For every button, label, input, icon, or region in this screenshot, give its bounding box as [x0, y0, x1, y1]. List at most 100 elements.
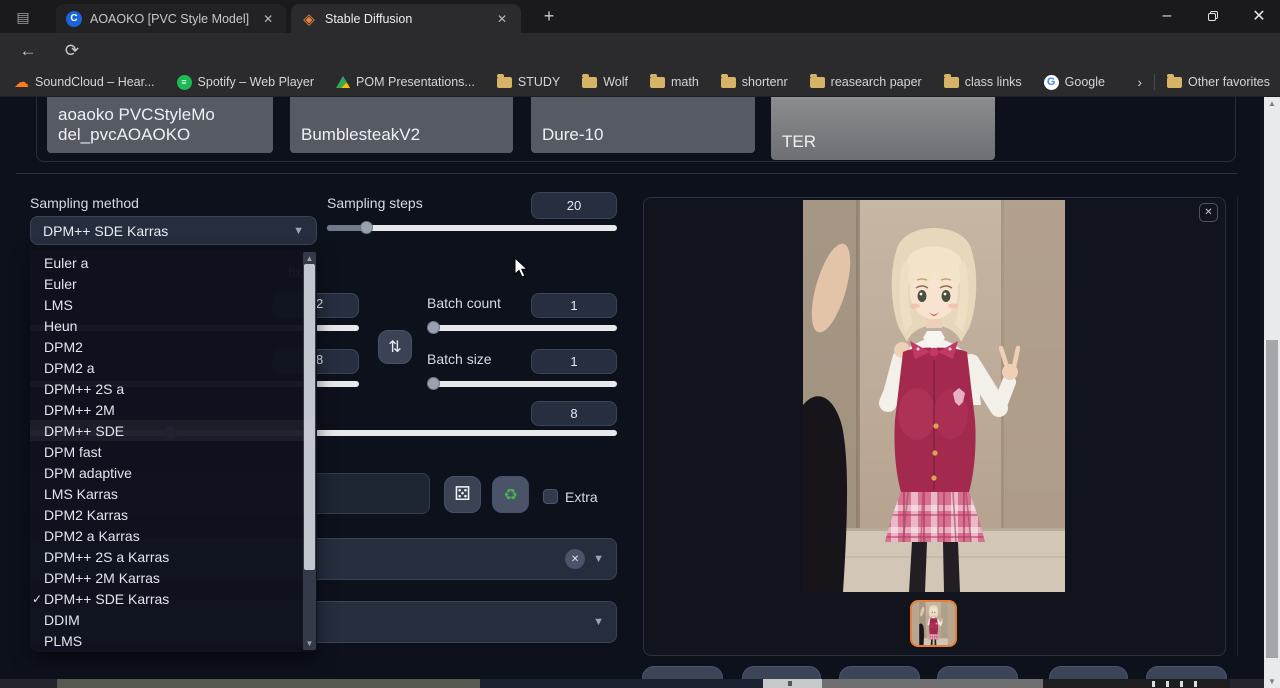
model-card[interactable]: Dure-10 [531, 97, 755, 153]
slider-knob[interactable] [427, 321, 440, 334]
column-divider [1237, 197, 1238, 656]
folder-icon [582, 77, 597, 88]
bottom-strip-segment [1043, 679, 1230, 688]
dropdown-option[interactable]: ✓DPM++ SDE Karras [30, 588, 313, 609]
bookmark-label: SoundCloud – Hear... [35, 75, 155, 89]
sampling-steps-slider[interactable] [327, 225, 617, 231]
bottom-strip-mark [1166, 681, 1169, 687]
stable-diffusion-icon: ◈ [301, 11, 317, 27]
scroll-up-icon[interactable]: ▲ [1264, 99, 1280, 108]
dropdown-option-label: LMS Karras [44, 486, 118, 502]
model-card[interactable]: BumblesteakV2 [290, 97, 513, 153]
model-card-top-line: aoaoko PVCStyleMo [58, 105, 262, 125]
bookmark-label: math [671, 75, 699, 89]
soundcloud-icon: ☁ [14, 73, 29, 91]
generated-image[interactable] [803, 200, 1065, 592]
cfg-scale-input[interactable]: 8 [531, 401, 617, 426]
chevron-down-icon: ▼ [293, 225, 304, 237]
slider-knob[interactable] [360, 221, 373, 234]
extra-checkbox[interactable] [543, 489, 558, 504]
dropdown-option[interactable]: DPM++ SDE [30, 420, 313, 441]
scrollbar-thumb[interactable] [57, 679, 480, 688]
slider-knob[interactable] [427, 377, 440, 390]
bottom-strip-segment [763, 679, 822, 688]
window-restore-button[interactable] [1198, 4, 1228, 28]
bookmark-item[interactable]: shortenr [721, 75, 788, 89]
bottom-strip-segment [480, 679, 763, 688]
restore-icon [1208, 11, 1218, 21]
thumbnail-selected[interactable] [910, 600, 957, 647]
tab-close-icon[interactable]: ✕ [260, 10, 276, 28]
workspaces-icon[interactable]: ▤ [12, 7, 34, 27]
batch-size-slider[interactable] [427, 381, 617, 387]
model-card[interactable]: aoaoko PVCStyleModel_pvcAOAOKO [47, 97, 273, 153]
dropdown-option[interactable]: LMS [30, 294, 313, 315]
clear-icon[interactable]: ✕ [565, 549, 585, 569]
model-card[interactable]: TER [771, 97, 995, 160]
tab-stable-diffusion[interactable]: ◈ Stable Diffusion ✕ [291, 4, 521, 33]
swap-width-height-button[interactable]: ⇅ [378, 330, 412, 364]
bottom-strip-mark [788, 681, 792, 686]
bookmark-item[interactable]: ≡Spotify – Web Player [177, 75, 315, 90]
sampling-steps-label: Sampling steps [327, 195, 423, 211]
dropdown-option[interactable]: DPM fast [30, 441, 313, 462]
bookmark-item[interactable]: math [650, 75, 699, 89]
bookmark-label: Spotify – Web Player [198, 75, 315, 89]
dropdown-option[interactable]: Euler a [30, 252, 313, 273]
bookmark-item[interactable]: class links [944, 75, 1022, 89]
model-card-name: del_pvcAOAOKO [58, 125, 262, 145]
horizontal-scrollbar[interactable] [0, 679, 1264, 688]
sampling-steps-input[interactable]: 20 [531, 192, 617, 219]
chevron-down-icon: ▼ [593, 553, 604, 565]
checkmark-icon: ✓ [32, 592, 44, 606]
batch-count-input[interactable]: 1 [531, 293, 617, 318]
sampling-method-select[interactable]: DPM++ SDE Karras▼ [30, 216, 317, 245]
bookmark-item[interactable]: STUDY [497, 75, 560, 89]
other-favorites-button[interactable]: Other favorites [1167, 75, 1270, 89]
bookmark-item[interactable]: POM Presentations... [336, 75, 475, 89]
dropdown-option[interactable]: DPM2 a Karras [30, 525, 313, 546]
dropdown-option-label: DPM2 a Karras [44, 528, 140, 544]
dropdown-option-label: Euler [44, 276, 77, 292]
reuse-seed-recycle-button[interactable]: ♻ [492, 476, 529, 513]
scrollbar-thumb[interactable] [1266, 340, 1278, 658]
dropdown-option[interactable]: DPM2 a [30, 357, 313, 378]
tab-civitai[interactable]: C AOAOKO [PVC Style Model] - PV ✕ [56, 4, 286, 33]
dropdown-option-label: DPM++ 2S a [44, 381, 124, 397]
bookmark-item[interactable]: ☁ SoundCloud – Hear... [14, 73, 155, 91]
vertical-scrollbar[interactable]: ▲ ▼ [1264, 97, 1280, 688]
batch-count-label: Batch count [427, 295, 501, 311]
bookmark-item[interactable]: Wolf [582, 75, 628, 89]
dropdown-option[interactable]: DPM2 [30, 336, 313, 357]
dropdown-option[interactable]: DPM++ 2S a Karras [30, 546, 313, 567]
tab-close-icon[interactable]: ✕ [493, 10, 511, 28]
dropdown-option[interactable]: DPM++ 2M [30, 399, 313, 420]
dropdown-option[interactable]: Euler [30, 273, 313, 294]
batch-size-input[interactable]: 1 [531, 349, 617, 374]
bookmark-item[interactable]: reasearch paper [810, 75, 922, 89]
dropdown-option[interactable]: DPM adaptive [30, 462, 313, 483]
dropdown-option[interactable]: DPM++ 2S a [30, 378, 313, 399]
dropdown-option[interactable]: DPM2 Karras [30, 504, 313, 525]
folder-icon [650, 77, 665, 88]
dropdown-option[interactable]: Heun [30, 315, 313, 336]
sampling-method-options-list: ▲ ▼ Euler aEulerLMSHeunDPM2DPM2 aDPM++ 2… [30, 250, 317, 652]
dropdown-option[interactable]: PLMS [30, 630, 313, 651]
bookmarks-overflow-icon[interactable]: › [1137, 74, 1142, 90]
close-gallery-button[interactable]: ✕ [1199, 203, 1218, 222]
bookmarks-divider [1154, 74, 1155, 90]
dropdown-option[interactable]: DDIM [30, 609, 313, 630]
scroll-down-icon[interactable]: ▼ [1264, 677, 1280, 686]
window-close-button[interactable]: ✕ [1244, 4, 1274, 28]
bottom-strip-mark [1152, 681, 1155, 687]
new-tab-button[interactable]: + [534, 4, 564, 28]
dropdown-option[interactable]: DPM++ 2M Karras [30, 567, 313, 588]
batch-count-slider[interactable] [427, 325, 617, 331]
dropdown-option[interactable]: LMS Karras [30, 483, 313, 504]
window-minimize-button[interactable]: – [1152, 4, 1182, 28]
random-seed-dice-button[interactable]: ⚄ [444, 476, 481, 513]
bookmark-item[interactable]: GGoogle [1044, 75, 1105, 90]
dropdown-option-label: LMS [44, 297, 73, 313]
bookmarks-right: › Other favorites [1137, 68, 1270, 96]
bottom-strip-mark [1180, 681, 1183, 687]
